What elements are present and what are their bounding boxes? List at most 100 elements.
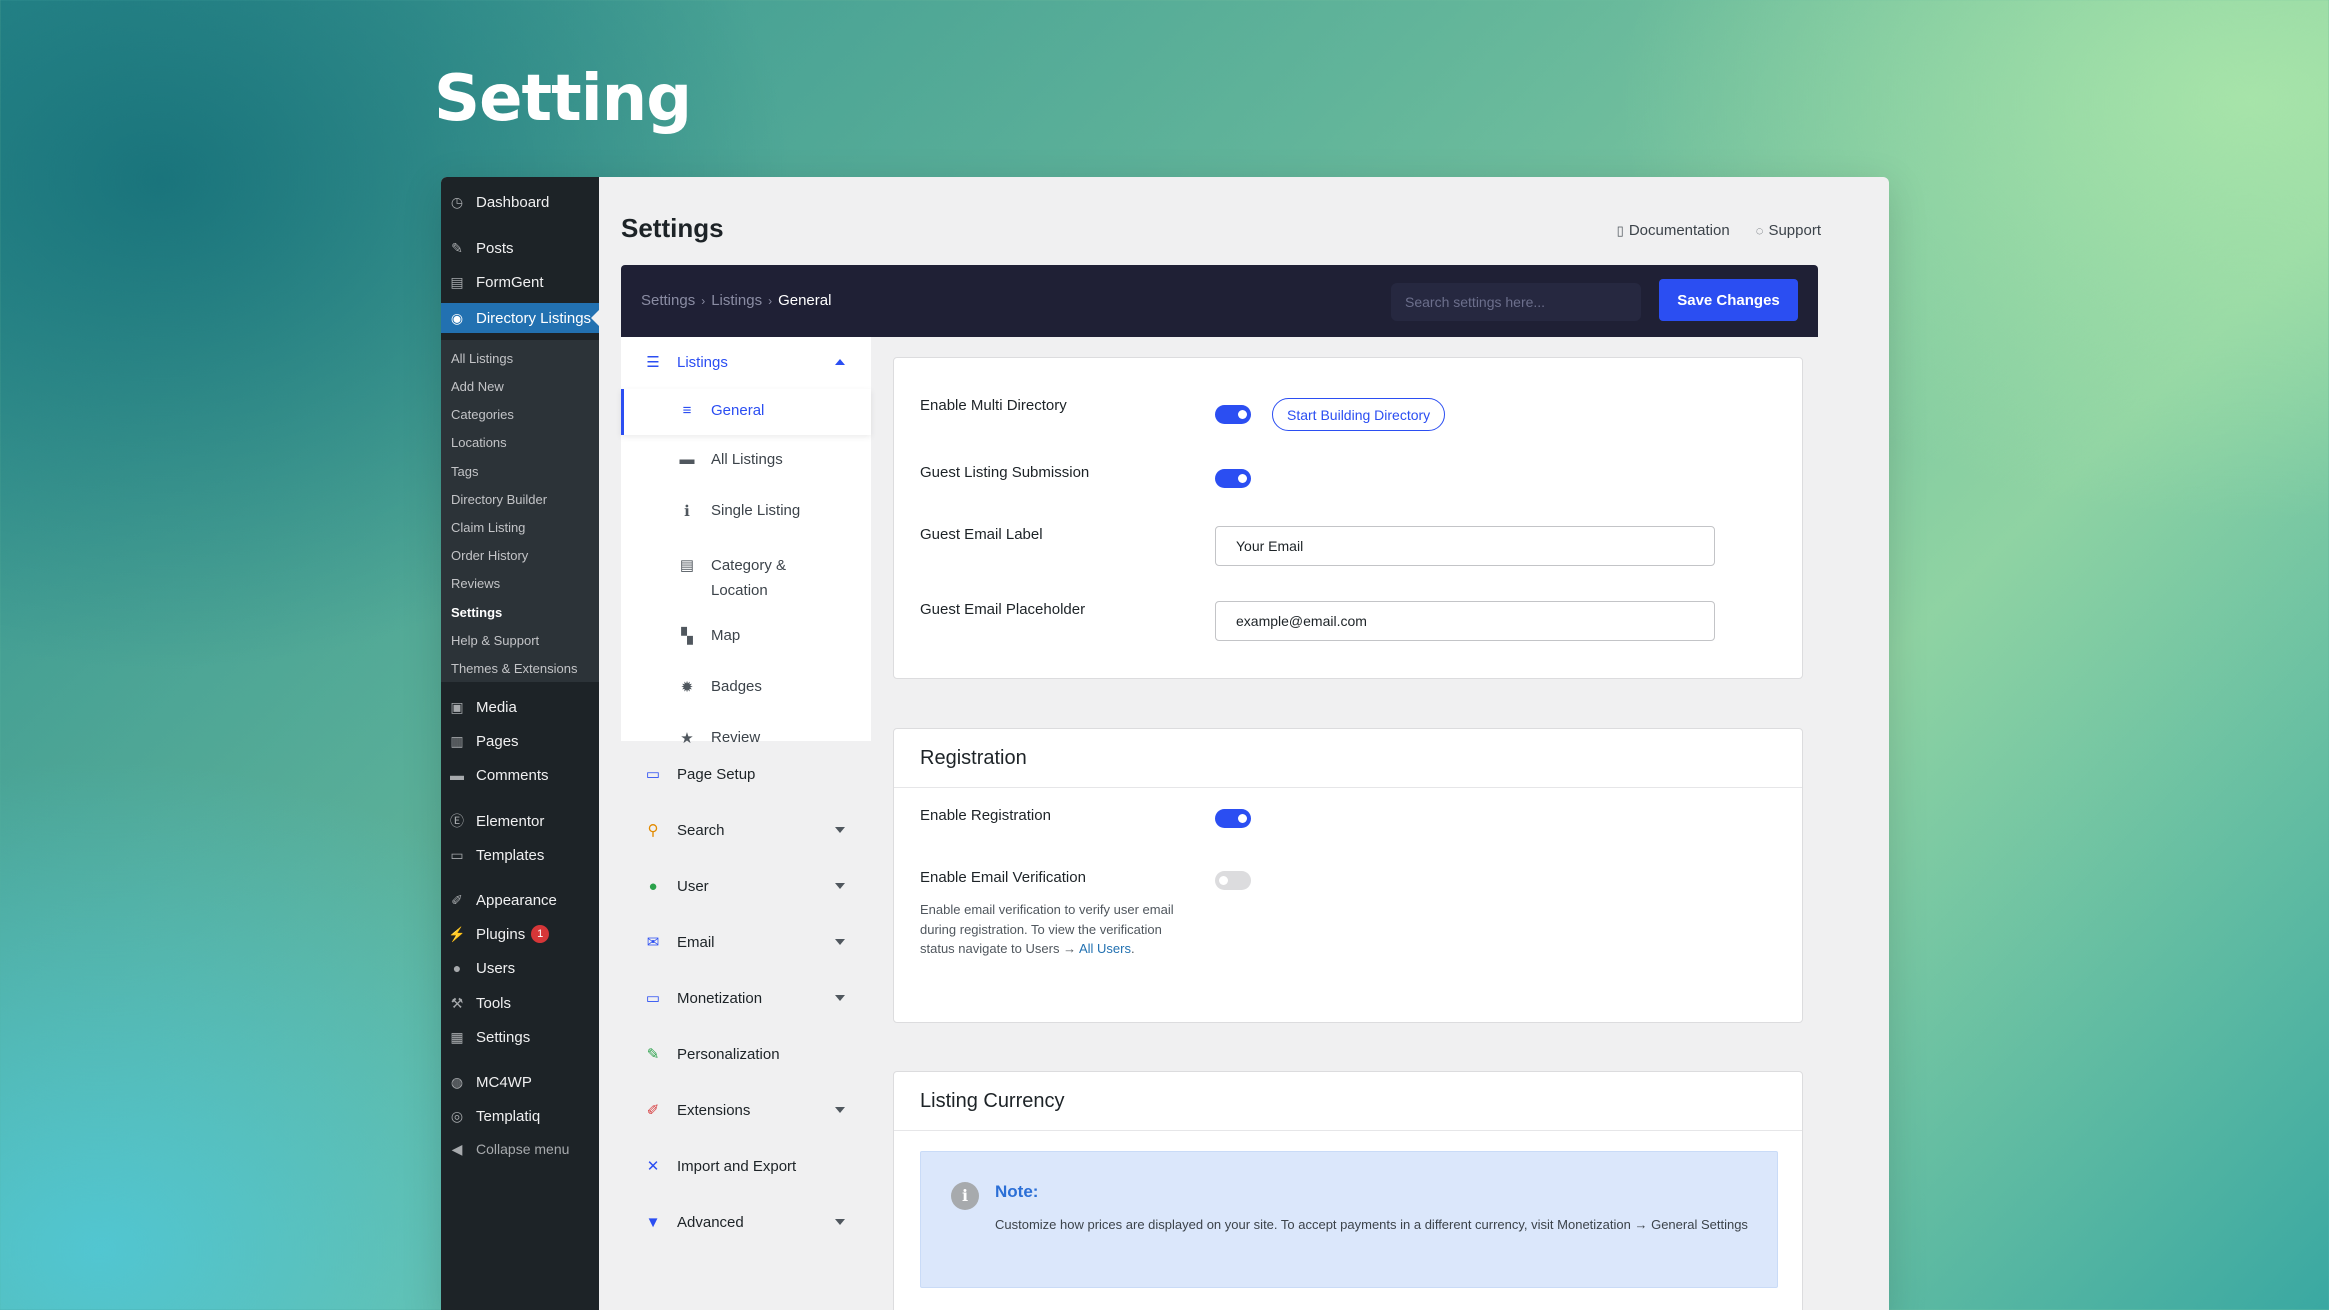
- wp-menu-users[interactable]: ● Users: [441, 953, 599, 983]
- wp-menu-dashboard[interactable]: ◷ Dashboard: [441, 187, 599, 217]
- tools-icon: ✕: [646, 1158, 660, 1175]
- email-verification-toggle[interactable]: [1215, 871, 1251, 890]
- wp-submenu-tags[interactable]: Tags: [441, 457, 599, 485]
- guest-submission-toggle[interactable]: [1215, 469, 1251, 488]
- wrench-icon: ⚒: [450, 994, 464, 1011]
- filter-icon: ▼: [645, 1213, 661, 1231]
- chevron-right-icon: ›: [768, 294, 773, 308]
- settings-nav-user[interactable]: ● User: [621, 866, 871, 906]
- monitor-icon: ▭: [645, 766, 661, 783]
- settings-nav-extensions[interactable]: ✐ Extensions: [621, 1090, 871, 1130]
- wp-menu-posts[interactable]: ✎ Posts: [441, 233, 599, 263]
- breadcrumb: Settings › Listings › General: [641, 292, 831, 309]
- wp-submenu-reviews[interactable]: Reviews: [441, 569, 599, 597]
- comment-icon: ▬: [450, 767, 464, 783]
- multi-directory-label: Enable Multi Directory: [920, 397, 1067, 414]
- wp-submenu-all-listings[interactable]: All Listings: [441, 344, 599, 372]
- save-changes-button[interactable]: Save Changes: [1659, 279, 1798, 321]
- wp-submenu-categories[interactable]: Categories: [441, 400, 599, 428]
- support-icon: ◌: [1755, 223, 1764, 238]
- form-icon: ▤: [450, 273, 464, 290]
- settings-nav-single-listing[interactable]: ℹ Single Listing: [621, 502, 871, 520]
- settings-nav-review[interactable]: ★ Review: [621, 729, 871, 747]
- wp-menu-formgent[interactable]: ▤ FormGent: [441, 267, 599, 297]
- multi-directory-toggle[interactable]: [1215, 405, 1251, 424]
- guest-email-placeholder-input[interactable]: [1215, 601, 1715, 641]
- guest-email-label-input[interactable]: [1215, 526, 1715, 566]
- settings-icon: ▦: [450, 1028, 464, 1045]
- wp-submenu-order-history[interactable]: Order History: [441, 541, 599, 569]
- guest-email-placeholder-label: Guest Email Placeholder: [920, 601, 1086, 618]
- page-title: Settings: [621, 213, 724, 243]
- enable-registration-toggle[interactable]: [1215, 809, 1251, 828]
- settings-nav-monetization[interactable]: ▭ Monetization: [621, 978, 871, 1018]
- wp-menu-plugins[interactable]: ⚡ Plugins 1: [441, 919, 599, 949]
- breadcrumb-listings[interactable]: Listings: [711, 292, 762, 309]
- folder-icon: ▭: [450, 846, 464, 863]
- wp-submenu-add-new[interactable]: Add New: [441, 372, 599, 400]
- badge-icon: ✹: [680, 679, 694, 696]
- media-icon: ▣: [450, 698, 464, 715]
- breadcrumb-settings[interactable]: Settings: [641, 292, 695, 309]
- settings-nav-general[interactable]: ≡ General: [621, 389, 871, 435]
- pages-icon: ▥: [450, 732, 464, 749]
- settings-nav-listings-group: ☰ Listings ≡ General ▬ All Listings ℹ Single…: [621, 337, 871, 747]
- wp-menu-tools[interactable]: ⚒ Tools: [441, 988, 599, 1018]
- chevron-up-icon: [835, 359, 845, 365]
- wp-submenu-claim-listing[interactable]: Claim Listing: [441, 513, 599, 541]
- settings-nav-badges[interactable]: ✹ Badges: [621, 678, 871, 696]
- settings-nav-category-location[interactable]: ▤ Category & Location: [621, 553, 871, 603]
- elementor-icon: Ⓔ: [450, 813, 464, 829]
- wp-submenu-settings[interactable]: Settings: [441, 598, 599, 626]
- dashboard-icon: ◷: [450, 193, 464, 210]
- wp-menu-directory-listings[interactable]: ◉ Directory Listings: [441, 303, 599, 333]
- search-icon: ⚲: [647, 822, 659, 839]
- wp-menu-mc4wp[interactable]: ◍ MC4WP: [441, 1067, 599, 1097]
- envelope-icon: ✉: [646, 934, 660, 951]
- wp-menu-comments[interactable]: ▬ Comments: [441, 760, 599, 790]
- wp-submenu-directory-builder[interactable]: Directory Builder: [441, 485, 599, 513]
- settings-nav-advanced[interactable]: ▼ Advanced: [621, 1202, 871, 1242]
- header-links: ▯ Documentation ◌ Support: [1617, 222, 1821, 239]
- chevron-down-icon: [835, 883, 845, 889]
- note-body: Customize how prices are displayed on yo…: [995, 1217, 1748, 1232]
- hero-title: Setting: [434, 62, 692, 136]
- wp-menu-media[interactable]: ▣ Media: [441, 692, 599, 722]
- wp-submenu-themes-extensions[interactable]: Themes & Extensions: [441, 654, 599, 682]
- wp-menu-elementor[interactable]: Ⓔ Elementor: [441, 806, 599, 836]
- settings-topbar: Settings › Listings › General Save Changes: [621, 265, 1818, 337]
- all-users-link[interactable]: All Users: [1079, 941, 1131, 956]
- settings-nav-listings[interactable]: ☰ Listings: [621, 342, 871, 382]
- guest-submission-label: Guest Listing Submission: [920, 464, 1090, 481]
- settings-nav-page-setup[interactable]: ▭ Page Setup: [621, 754, 871, 794]
- browser-window: ◷ Dashboard ✎ Posts ▤ FormGent ◉ Directory L…: [441, 177, 1889, 1310]
- wp-submenu-locations[interactable]: Locations: [441, 428, 599, 456]
- settings-nav-search[interactable]: ⚲ Search: [621, 810, 871, 850]
- support-link[interactable]: ◌ Support: [1756, 222, 1821, 239]
- wp-menu-appearance[interactable]: ✐ Appearance: [441, 885, 599, 915]
- note-title: Note:: [995, 1182, 1039, 1201]
- wp-submenu-help-support[interactable]: Help & Support: [441, 626, 599, 654]
- wp-menu-templates[interactable]: ▭ Templates: [441, 840, 599, 870]
- star-icon: ★: [680, 730, 694, 747]
- settings-nav-import-export[interactable]: ✕ Import and Export: [621, 1146, 871, 1186]
- chevron-down-icon: [835, 1219, 845, 1225]
- wp-menu-settings[interactable]: ▦ Settings: [441, 1022, 599, 1052]
- settings-nav-personalization[interactable]: ✎ Personalization: [621, 1034, 871, 1074]
- documentation-link[interactable]: ▯ Documentation: [1617, 222, 1730, 239]
- listing-currency-title: Listing Currency: [920, 1090, 1065, 1112]
- start-building-directory-button[interactable]: Start Building Directory: [1272, 398, 1446, 431]
- guest-email-label-label: Guest Email Label: [920, 526, 1043, 543]
- settings-nav-all-listings[interactable]: ▬ All Listings: [621, 451, 871, 468]
- settings-search-input[interactable]: [1391, 283, 1641, 321]
- settings-nav-map[interactable]: ▚ Map: [621, 627, 871, 645]
- archive-icon: ▬: [679, 451, 695, 468]
- credit-card-icon: ▭: [645, 990, 661, 1007]
- plugin-icon: ⚡: [448, 925, 466, 942]
- settings-nav-email[interactable]: ✉ Email: [621, 922, 871, 962]
- wp-menu-pages[interactable]: ▥ Pages: [441, 726, 599, 756]
- wp-menu-templatiq[interactable]: ◎ Templatiq: [441, 1101, 599, 1131]
- email-verification-label: Enable Email Verification: [920, 869, 1086, 886]
- enable-registration-label: Enable Registration: [920, 807, 1051, 824]
- wp-menu-collapse[interactable]: ◀ Collapse menu: [441, 1134, 599, 1164]
